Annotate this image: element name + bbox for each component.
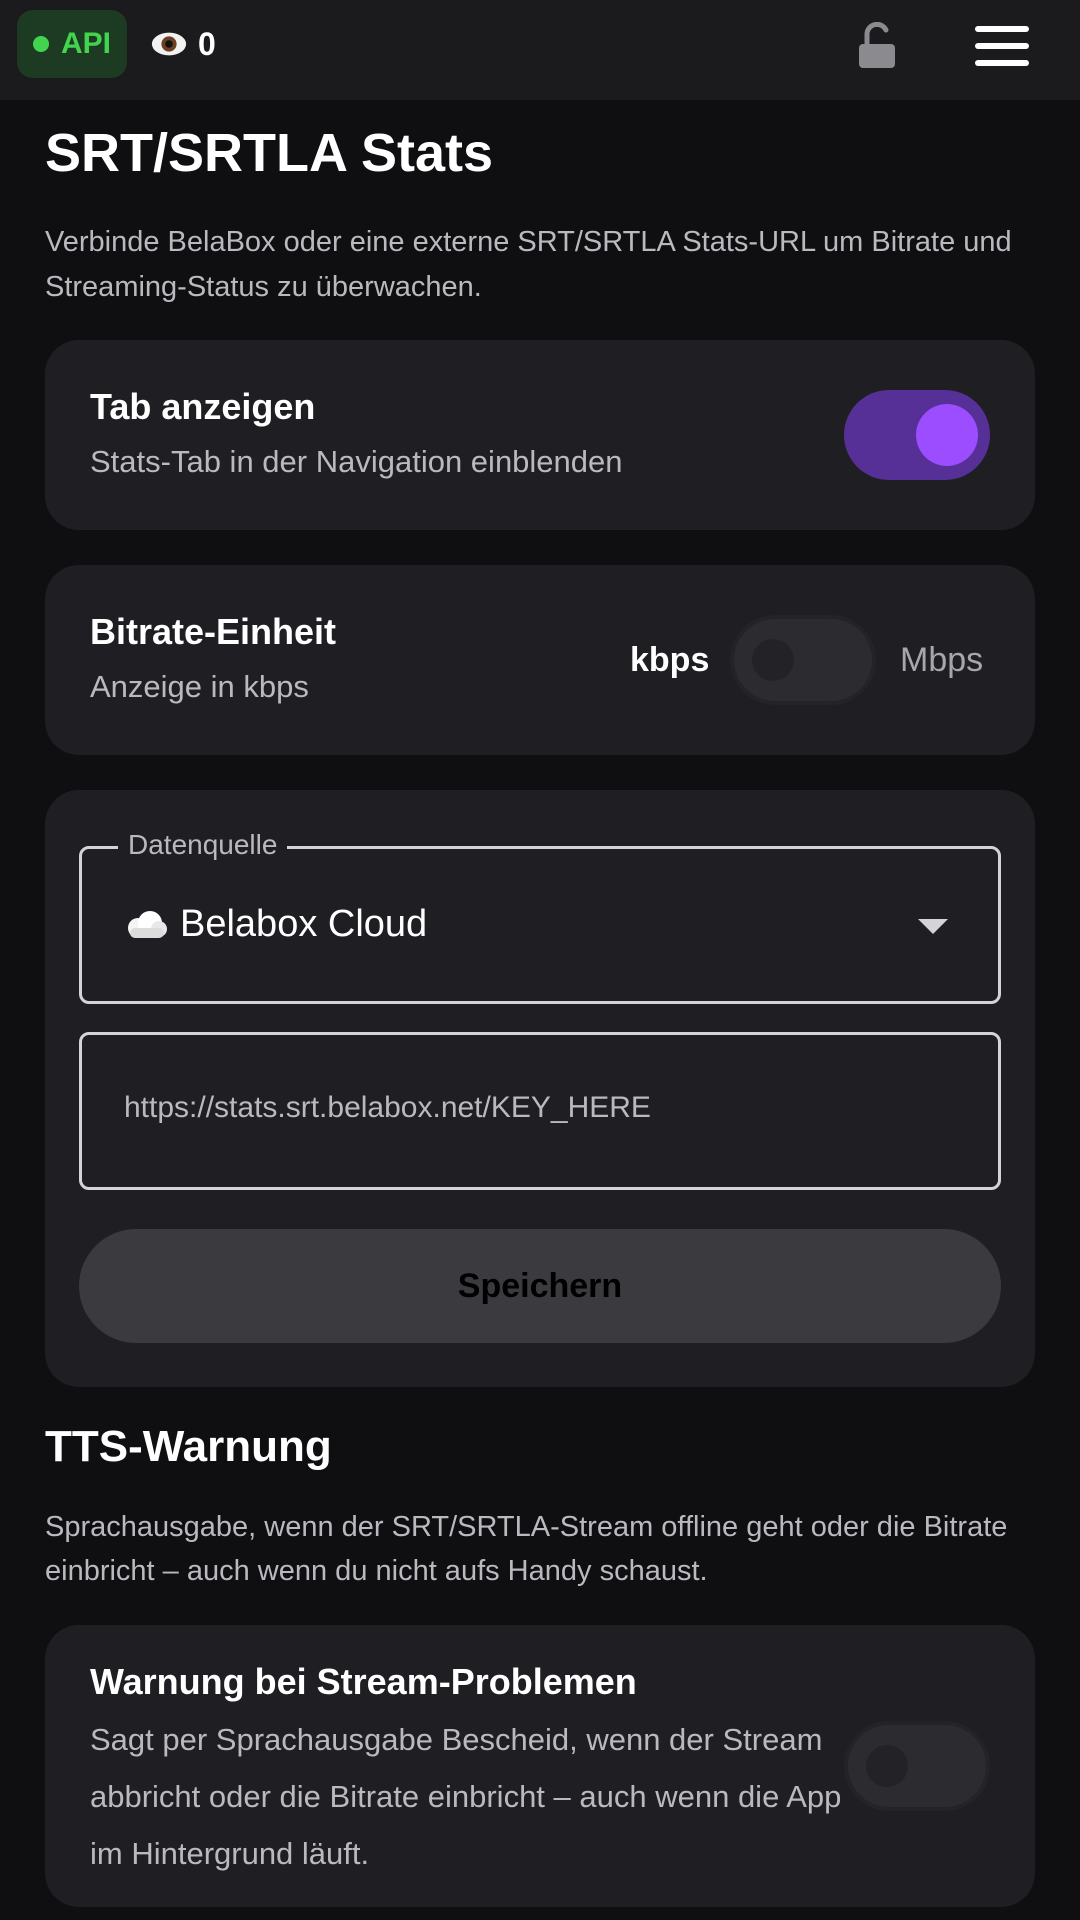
bitrate-unit-card: Bitrate-Einheit Anzeige in kbps kbps Mbp… [45, 565, 1035, 755]
bitrate-unit-subtitle: Anzeige in kbps [90, 669, 309, 704]
stream-warning-subtitle: Sagt per Sprachausgabe Bescheid, wenn de… [90, 1722, 842, 1871]
toggle-knob [752, 639, 794, 681]
stream-warning-toggle[interactable] [844, 1721, 990, 1811]
bitrate-unit-toggle[interactable] [730, 615, 876, 705]
stats-url-input[interactable] [124, 1091, 964, 1125]
tts-section-title: TTS-Warnung [45, 1422, 332, 1471]
lock-open-icon[interactable] [857, 22, 897, 70]
top-bar: API 0 [0, 0, 1080, 100]
unit-kbps-label[interactable]: kbps [630, 641, 709, 680]
stats-url-field[interactable] [79, 1032, 1001, 1190]
show-tab-title: Tab anzeigen [90, 386, 316, 427]
page-title: SRT/SRTLA Stats [45, 123, 494, 183]
eye-icon [151, 32, 187, 56]
tts-section-description: Sprachausgabe, wenn der SRT/SRTLA-Stream… [45, 1511, 1008, 1587]
show-tab-toggle[interactable] [844, 390, 990, 480]
viewer-count: 0 [198, 25, 216, 62]
stream-warning-card: Warnung bei Stream-Problemen Sagt per Sp… [45, 1625, 1035, 1907]
show-tab-subtitle: Stats-Tab in der Navigation einblenden [90, 444, 623, 479]
toggle-knob [916, 404, 978, 466]
viewer-counter: 0 [150, 18, 216, 70]
stream-warning-title: Warnung bei Stream-Problemen [90, 1661, 637, 1702]
hamburger-menu-icon[interactable] [975, 26, 1029, 66]
data-source-value: Belabox Cloud [124, 903, 427, 946]
data-source-card: Datenquelle Belabox Cloud Speichern [45, 790, 1035, 1387]
toggle-knob [866, 1745, 908, 1787]
bitrate-unit-title: Bitrate-Einheit [90, 611, 337, 652]
api-label: API [61, 27, 112, 60]
api-status-badge[interactable]: API [17, 10, 127, 78]
data-source-select[interactable]: Datenquelle Belabox Cloud [79, 829, 1001, 1004]
page-description: Verbinde BelaBox oder eine externe SRT/S… [45, 226, 1012, 303]
status-dot-icon [33, 36, 49, 52]
chevron-down-icon [918, 919, 948, 934]
cloud-icon [128, 910, 167, 938]
show-tab-card: Tab anzeigen Stats-Tab in der Navigation… [45, 340, 1035, 530]
unit-mbps-label[interactable]: Mbps [900, 641, 983, 680]
data-source-text: Belabox Cloud [180, 903, 428, 945]
save-button[interactable]: Speichern [79, 1229, 1001, 1343]
data-source-label: Datenquelle [118, 829, 288, 861]
